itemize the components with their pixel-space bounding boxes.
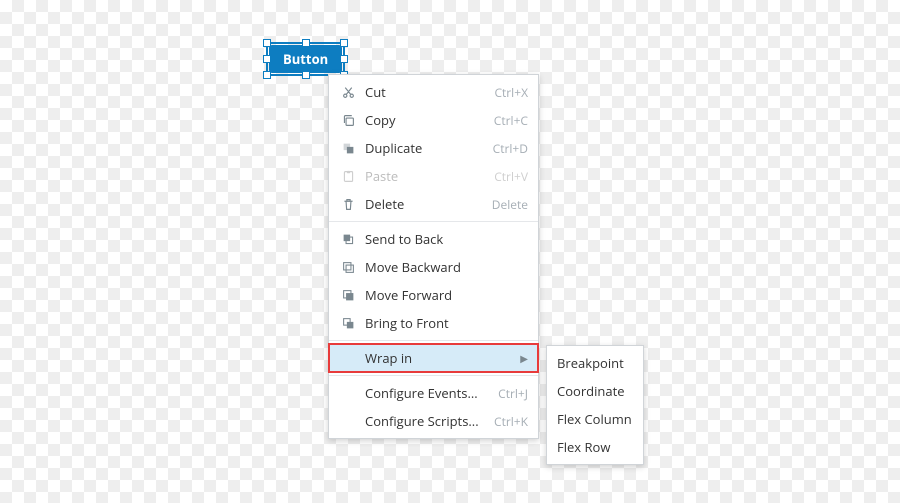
resize-handle-bottom-left[interactable] — [263, 71, 271, 79]
duplicate-icon — [339, 142, 357, 155]
menu-item-duplicate[interactable]: Duplicate Ctrl+D — [329, 134, 538, 162]
submenu-item-breakpoint[interactable]: Breakpoint — [547, 349, 643, 377]
menu-item-bring-to-front[interactable]: Bring to Front — [329, 309, 538, 337]
menu-item-delete[interactable]: Delete Delete — [329, 190, 538, 218]
menu-item-label: Delete — [357, 195, 492, 213]
menu-item-label: Send to Back — [357, 230, 528, 248]
move-forward-icon — [339, 289, 357, 302]
menu-item-label: Configure Events... — [357, 384, 498, 402]
menu-item-label: Copy — [357, 111, 494, 129]
menu-item-send-to-back[interactable]: Send to Back — [329, 225, 538, 253]
submenu-item-flex-column[interactable]: Flex Column — [547, 405, 643, 433]
menu-item-shortcut: Ctrl+V — [494, 168, 528, 185]
resize-handle-top-center[interactable] — [302, 39, 310, 47]
menu-item-cut[interactable]: Cut Ctrl+X — [329, 78, 538, 106]
bring-to-front-icon — [339, 317, 357, 330]
submenu-item-label: Breakpoint — [557, 354, 624, 372]
menu-separator — [329, 340, 538, 341]
menu-item-label: Paste — [357, 167, 494, 185]
menu-item-label: Cut — [357, 83, 494, 101]
menu-item-label: Wrap in — [357, 349, 516, 367]
menu-item-label: Bring to Front — [357, 314, 528, 332]
paste-icon — [339, 170, 357, 183]
submenu-item-coordinate[interactable]: Coordinate — [547, 377, 643, 405]
menu-item-label: Move Backward — [357, 258, 528, 276]
menu-item-shortcut: Ctrl+D — [493, 140, 528, 157]
menu-item-paste: Paste Ctrl+V — [329, 162, 538, 190]
submenu-item-label: Coordinate — [557, 382, 625, 400]
submenu-item-label: Flex Row — [557, 438, 610, 456]
menu-item-move-forward[interactable]: Move Forward — [329, 281, 538, 309]
resize-handle-bottom-center[interactable] — [302, 71, 310, 79]
resize-handle-middle-right[interactable] — [340, 55, 348, 63]
menu-item-label: Duplicate — [357, 139, 493, 157]
move-backward-icon — [339, 261, 357, 274]
delete-icon — [339, 198, 357, 211]
menu-item-shortcut: Ctrl+X — [494, 84, 528, 101]
menu-item-label: Configure Scripts... — [357, 412, 494, 430]
submenu-item-label: Flex Column — [557, 410, 632, 428]
menu-separator — [329, 375, 538, 376]
button-widget[interactable]: Button — [269, 45, 342, 73]
menu-item-copy[interactable]: Copy Ctrl+C — [329, 106, 538, 134]
submenu-arrow-icon: ▶ — [520, 351, 528, 365]
cut-icon — [339, 86, 357, 99]
button-widget-label: Button — [283, 50, 328, 68]
resize-handle-middle-left[interactable] — [263, 55, 271, 63]
resize-handle-top-left[interactable] — [263, 39, 271, 47]
context-menu: Cut Ctrl+X Copy Ctrl+C Duplicate Ctrl+D … — [328, 74, 539, 439]
menu-item-move-backward[interactable]: Move Backward — [329, 253, 538, 281]
send-to-back-icon — [339, 233, 357, 246]
menu-item-wrap-in[interactable]: Wrap in ▶ — [329, 344, 538, 372]
menu-item-shortcut: Delete — [492, 196, 528, 213]
selected-widget[interactable]: Button — [269, 45, 342, 73]
menu-separator — [329, 221, 538, 222]
wrap-in-submenu: Breakpoint Coordinate Flex Column Flex R… — [546, 345, 644, 465]
menu-item-label: Move Forward — [357, 286, 528, 304]
menu-item-shortcut: Ctrl+K — [494, 413, 528, 430]
menu-item-configure-events[interactable]: Configure Events... Ctrl+J — [329, 379, 538, 407]
menu-item-shortcut: Ctrl+C — [494, 112, 528, 129]
copy-icon — [339, 114, 357, 127]
menu-item-configure-scripts[interactable]: Configure Scripts... Ctrl+K — [329, 407, 538, 435]
submenu-item-flex-row[interactable]: Flex Row — [547, 433, 643, 461]
resize-handle-top-right[interactable] — [340, 39, 348, 47]
menu-item-shortcut: Ctrl+J — [498, 385, 528, 402]
